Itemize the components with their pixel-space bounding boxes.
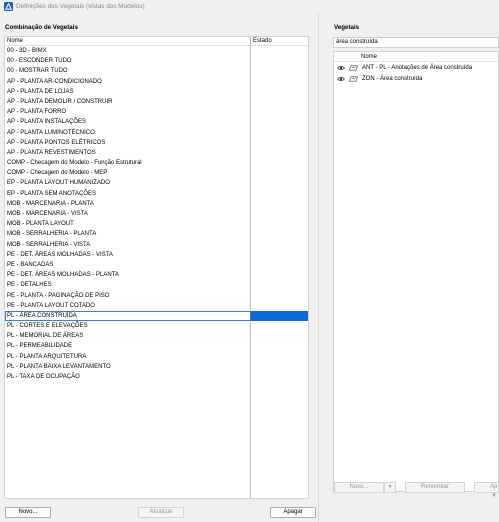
combination-name: MOB - MARCENARIA - PLANTA (7, 200, 94, 207)
layer-icon[interactable] (349, 65, 358, 71)
combination-row[interactable]: 00 - ESCONDER TUDO (5, 56, 308, 66)
apply-layer-button[interactable]: Ap (474, 482, 499, 493)
combination-name: PL - PLANTA BAIXA LEVANTAMENTO (7, 363, 111, 370)
layer-icon[interactable] (349, 76, 358, 82)
combination-name: PE - PLANTA - PAGINAÇÃO DE PISO (7, 292, 110, 299)
combinations-rows: 00 - 3D - BIMX 00 - ESCONDER TUDO 00 - MOS… (5, 46, 308, 382)
combination-name: MOB - SERRALHERIA - PLANTA (7, 231, 97, 238)
combination-name: PE - DET. ÁREAS MOLHADAS - VISTA (7, 251, 113, 258)
combination-name: COMP - Checagem do Modelo - Função Estru… (7, 160, 142, 167)
combination-name: PE - DET. ÁREAS MOLHADAS - PLANTA (7, 272, 119, 279)
combination-row[interactable]: 00 - MOSTRAR TUDO (5, 66, 308, 76)
panel-separator (318, 13, 319, 522)
layer-name-column-header[interactable]: Nome (361, 54, 377, 60)
state-column-header[interactable]: Estado (253, 38, 272, 44)
window-title: Definições dos Vegetais (vistas dos Mode… (16, 3, 145, 10)
combinations-heading: Combinação de Vegetais (5, 24, 78, 31)
combination-row[interactable]: AP - PLANTA REVESTIMENTOS (5, 148, 308, 158)
combination-row[interactable]: MOB - MARCENARIA - PLANTA (5, 199, 308, 209)
combination-row[interactable]: AP - PLANTA LUMINOTÉCNICO (5, 128, 308, 138)
combination-name: AP - PLANTA DEMOLIR / CONSTRUIR (7, 98, 113, 105)
combination-row[interactable]: PL - ÁREA CONSTRUÍDA (5, 310, 308, 322)
combinations-header: Nome Estado (5, 37, 308, 46)
layer-search-input[interactable]: área construída (333, 37, 499, 48)
combination-name: PE - PLANTA LAYOUT COTADO (7, 302, 95, 309)
combination-name: PL - PLANTA ARQUITETURA (7, 353, 87, 360)
combination-row[interactable]: EP - PLANTA SEM ANOTAÇÕES (5, 189, 308, 199)
name-column-header[interactable]: Nome (7, 38, 23, 44)
archicad-app-icon (4, 2, 13, 11)
combination-row[interactable]: AP - PLANTA DE LOJAS (5, 87, 308, 97)
combination-row[interactable]: COMP - Checagem do Modelo - MEP (5, 168, 308, 178)
combination-row[interactable]: AP - PLANTA PONTOS ELÉTRICOS (5, 138, 308, 148)
combination-row[interactable]: AP - PLANTA AR-CONDICIONADO (5, 77, 308, 87)
combination-row[interactable]: PE - DET. ÁREAS MOLHADAS - PLANTA (5, 270, 308, 280)
combination-row[interactable]: PE - PLANTA LAYOUT COTADO (5, 301, 308, 311)
combination-row[interactable]: PL - MEMORIAL DE ÁREAS (5, 331, 308, 341)
combination-row[interactable]: PL - PLANTA BAIXA LEVANTAMENTO (5, 362, 308, 372)
combination-name: AP - PLANTA LUMINOTÉCNICO (7, 129, 95, 136)
combination-name: EP - PLANTA LAYOUT HUMANIZADO (7, 180, 110, 187)
combination-name: COMP - Checagem do Modelo - MEP (7, 170, 108, 177)
combination-name: AP - PLANTA PONTOS ELÉTRICOS (7, 139, 106, 146)
combination-name: PL - TAXA DE OCUPAÇÃO (7, 374, 80, 380)
combination-name: PL - PERMEABILIDADE (7, 343, 73, 350)
scroll-down-arrow-icon[interactable]: ▼ (490, 493, 498, 500)
layer-row[interactable]: ANT - PL - Anotações de Área construída (334, 63, 498, 73)
new-layer-button[interactable]: Novo... (334, 482, 384, 493)
title-bar: Definições dos Vegetais (vistas dos Mode… (0, 0, 499, 13)
new-combination-button[interactable]: Novo... (5, 507, 51, 518)
combination-row[interactable]: AP - PLANTA INSTALAÇÕES (5, 117, 308, 127)
combination-name: AP - PLANTA INSTALAÇÕES (7, 119, 87, 126)
combination-row[interactable]: PL - CORTES E ELEVAÇÕES (5, 321, 308, 331)
combination-name: PL - CORTES E ELEVAÇÕES (7, 323, 88, 330)
combination-row[interactable]: MOB - SERRALHERIA - VISTA (5, 240, 308, 250)
layers-header: Nome (334, 52, 498, 62)
selected-row-state-cell[interactable] (251, 310, 308, 322)
layers-heading: Vegetais (334, 24, 360, 31)
layer-name: ZON - Área construída (362, 76, 423, 82)
combination-name: AP - PLANTA DE LOJAS (7, 88, 74, 95)
combination-name: PL - MEMORIAL DE ÁREAS (7, 333, 84, 340)
combination-row[interactable]: AP - PLANTA FORRO (5, 107, 308, 117)
combination-row[interactable]: EP - PLANTA LAYOUT HUMANIZADO (5, 178, 308, 188)
combination-row[interactable]: COMP - Checagem do Modelo - Função Estru… (5, 158, 308, 168)
combination-row[interactable]: PL - PLANTA ARQUITETURA (5, 352, 308, 362)
eye-icon[interactable] (337, 76, 345, 82)
combination-name: PE - DETALHES (7, 282, 52, 289)
update-combination-button[interactable]: Atualizar (138, 507, 184, 518)
rename-layer-button[interactable]: Renomear (405, 482, 465, 493)
combination-name: 00 - ESCONDER TUDO (7, 58, 72, 65)
combination-name: 00 - MOSTRAR TUDO (7, 68, 68, 75)
layer-row[interactable]: ZON - Área construída (334, 74, 498, 84)
delete-combination-button[interactable]: Apagar (270, 507, 316, 518)
combination-name: MOB - SERRALHERIA - VISTA (7, 241, 91, 248)
combination-row[interactable]: 00 - 3D - BIMX (5, 46, 308, 56)
layer-name: ANT - PL - Anotações de Área construída (362, 65, 473, 71)
combination-row[interactable]: PE - DETALHES (5, 280, 308, 290)
combinations-table: Nome Estado 00 - 3D - BIMX 00 - ESCONDER … (4, 36, 309, 499)
combination-row[interactable]: PE - PLANTA - PAGINAÇÃO DE PISO (5, 291, 308, 301)
combination-name: AP - PLANTA AR-CONDICIONADO (7, 78, 102, 85)
combination-row[interactable]: PE - BANCADAS (5, 260, 308, 270)
combination-row[interactable]: PL - TAXA DE OCUPAÇÃO (5, 372, 308, 382)
combination-name: EP - PLANTA SEM ANOTAÇÕES (7, 190, 97, 197)
combination-row[interactable]: PL - PERMEABILIDADE (5, 341, 308, 351)
combination-row[interactable]: MOB - SERRALHERIA - PLANTA (5, 229, 308, 239)
combination-name: PL - ÁREA CONSTRUÍDA (7, 312, 77, 319)
layers-table: Nome ANT - PL - Anotações de Área constr… (333, 51, 499, 492)
combination-row[interactable]: PE - DET. ÁREAS MOLHADAS - VISTA (5, 250, 308, 260)
combination-name: 00 - 3D - BIMX (7, 48, 47, 54)
combination-row[interactable]: MOB - PLANTA LAYOUT (5, 219, 308, 229)
eye-icon[interactable] (337, 65, 345, 71)
combination-name: PE - BANCADAS (7, 261, 54, 268)
combination-row[interactable]: MOB - MARCENARIA - VISTA (5, 209, 308, 219)
combination-name: AP - PLANTA REVESTIMENTOS (7, 149, 96, 156)
new-layer-dropdown-chevron-icon[interactable]: ▾ (384, 482, 396, 493)
combination-name: MOB - MARCENARIA - VISTA (7, 211, 88, 217)
combination-row[interactable]: AP - PLANTA DEMOLIR / CONSTRUIR (5, 97, 308, 107)
combination-name: MOB - PLANTA LAYOUT (7, 221, 74, 228)
combination-name: AP - PLANTA FORRO (7, 109, 67, 116)
